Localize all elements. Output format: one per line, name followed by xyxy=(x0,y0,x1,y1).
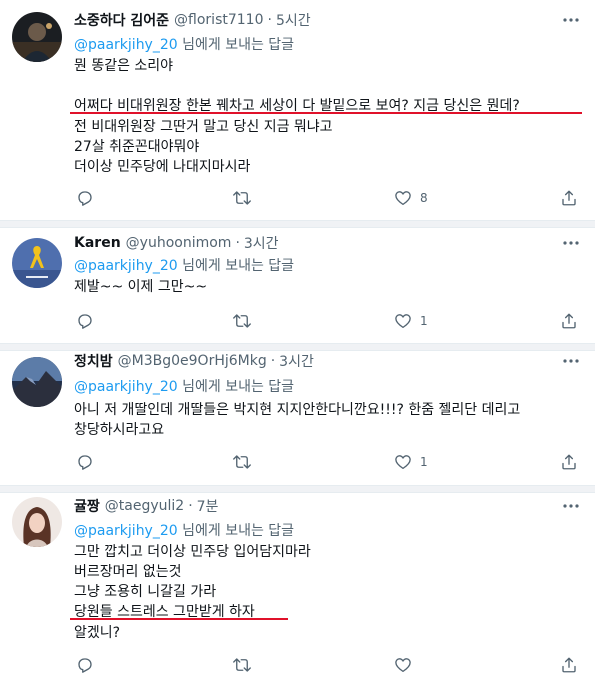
red-underline-annotation xyxy=(70,618,288,620)
reply-context: @paarkjihy_20 님에게 보내는 답글 xyxy=(74,255,294,275)
user-handle[interactable]: @M3Bg0e9OrHj6Mkg xyxy=(118,353,267,369)
tweet-separator xyxy=(0,220,595,228)
tweet-text-line: 제발~~ 이제 그만~~ xyxy=(74,279,208,295)
share-button[interactable] xyxy=(560,310,578,332)
share-icon xyxy=(560,656,578,674)
share-button[interactable] xyxy=(560,187,578,209)
avatar[interactable] xyxy=(12,238,62,288)
tweet-separator xyxy=(0,343,595,351)
reply-icon xyxy=(76,656,94,674)
separator-dot: · xyxy=(188,498,193,514)
like-button[interactable]: 1 xyxy=(394,310,428,332)
retweet-icon xyxy=(232,189,252,207)
display-name[interactable]: Karen xyxy=(74,235,121,251)
more-icon[interactable] xyxy=(561,496,581,516)
like-button[interactable]: 8 xyxy=(394,187,428,209)
reply-context-text: 님에게 보내는 답글 xyxy=(177,523,295,539)
display-name[interactable]: 귤짱 xyxy=(74,496,100,516)
tweet-text-line: 전 비대위원장 그딴거 말고 당신 지금 뭐냐고 xyxy=(74,119,333,135)
like-button[interactable]: 1 xyxy=(394,451,428,473)
tweet-text-line: 아니 저 개딸인데 개딸들은 박지현 지지안한다니깐요!!!? 한줌 젤리단 데… xyxy=(74,402,521,418)
like-icon xyxy=(394,312,412,330)
reply-context-text: 님에게 보내는 답글 xyxy=(177,258,295,274)
reply-button[interactable] xyxy=(76,451,102,473)
tweet-text-line: 그만 깝치고 더이상 민주당 입어담지마라 xyxy=(74,544,311,560)
share-icon xyxy=(560,189,578,207)
tweet[interactable]: 정치밤 @M3Bg0e9OrHj6Mkg · 3시간 @paarkjihy_20… xyxy=(0,351,595,485)
like-count: 8 xyxy=(420,191,428,205)
timestamp[interactable]: 5시간 xyxy=(276,10,311,30)
tweet-text-line: 27살 취준꼰대야뭐야 xyxy=(74,139,200,155)
retweet-button[interactable] xyxy=(232,187,260,209)
user-handle[interactable]: @yuhoonimom xyxy=(126,235,232,251)
reply-mention-link[interactable]: @paarkjihy_20 xyxy=(74,258,178,274)
share-button[interactable] xyxy=(560,451,578,473)
reply-mention-link[interactable]: @paarkjihy_20 xyxy=(74,37,178,53)
share-icon xyxy=(560,453,578,471)
reply-mention-link[interactable]: @paarkjihy_20 xyxy=(74,379,178,395)
tweet-text-line: 버르장머리 없는것 xyxy=(74,564,182,580)
red-underline-annotation xyxy=(70,112,582,114)
more-icon[interactable] xyxy=(561,10,581,30)
retweet-icon xyxy=(232,312,252,330)
avatar[interactable] xyxy=(12,12,62,62)
like-count: 1 xyxy=(420,314,428,328)
user-handle[interactable]: @florist7110 xyxy=(174,12,263,28)
tweet[interactable]: Karen @yuhoonimom · 3시간 @paarkjihy_20 님에… xyxy=(0,228,595,343)
timestamp[interactable]: 7분 xyxy=(197,496,219,516)
reply-button[interactable] xyxy=(76,654,102,676)
retweet-icon xyxy=(232,453,252,471)
reply-icon xyxy=(76,453,94,471)
like-icon xyxy=(394,453,412,471)
tweet-text-line: 그냥 조용히 니갈길 가라 xyxy=(74,584,217,600)
timestamp[interactable]: 3시간 xyxy=(244,233,279,253)
separator-dot: · xyxy=(270,353,276,369)
tweet-text-line: 창당하시라고요 xyxy=(74,422,165,438)
reply-context: @paarkjihy_20 님에게 보내는 답글 xyxy=(74,376,294,396)
more-icon[interactable] xyxy=(561,233,581,253)
like-icon xyxy=(394,189,412,207)
timestamp[interactable]: 3시간 xyxy=(279,351,314,371)
separator-dot: · xyxy=(235,235,240,251)
reply-button[interactable] xyxy=(76,310,102,332)
tweet[interactable]: 소중하다 김어준 @florist7110 · 5시간 @paarkjihy_2… xyxy=(0,0,595,220)
retweet-icon xyxy=(232,656,252,674)
tweet[interactable]: 귤짱 @taegyuli2 · 7분 @paarkjihy_20 님에게 보내는… xyxy=(0,493,595,689)
reply-context-text: 님에게 보내는 답글 xyxy=(177,37,295,53)
avatar[interactable] xyxy=(12,497,62,547)
tweet-separator xyxy=(0,485,595,493)
display-name[interactable]: 정치밤 xyxy=(74,351,113,371)
tweet-actions: 1 xyxy=(70,451,584,473)
retweet-button[interactable] xyxy=(232,451,260,473)
reply-context: @paarkjihy_20 님에게 보내는 답글 xyxy=(74,520,294,540)
reply-icon xyxy=(76,312,94,330)
share-icon xyxy=(560,312,578,330)
reply-context-text: 님에게 보내는 답글 xyxy=(177,379,295,395)
tweet-text-line: 뭔 똥같은 소리야 xyxy=(74,58,174,74)
retweet-button[interactable] xyxy=(232,654,260,676)
tweet-text-line: 알겠니? xyxy=(74,625,121,641)
tweet-actions xyxy=(70,654,584,676)
reply-mention-link[interactable]: @paarkjihy_20 xyxy=(74,523,178,539)
display-name[interactable]: 소중하다 김어준 xyxy=(74,10,169,30)
reply-icon xyxy=(76,189,94,207)
user-handle[interactable]: @taegyuli2 xyxy=(105,498,184,514)
tweet-actions: 1 xyxy=(70,310,584,332)
separator-dot: · xyxy=(267,12,272,28)
reply-button[interactable] xyxy=(76,187,102,209)
tweet-actions: 8 xyxy=(70,187,584,209)
avatar[interactable] xyxy=(12,357,62,407)
like-button[interactable] xyxy=(394,654,420,676)
like-count: 1 xyxy=(420,455,428,469)
tweet-text-line: 더이상 민주당에 나대지마시라 xyxy=(74,159,251,175)
reply-context: @paarkjihy_20 님에게 보내는 답글 xyxy=(74,34,294,54)
share-button[interactable] xyxy=(560,654,578,676)
like-icon xyxy=(394,656,412,674)
retweet-button[interactable] xyxy=(232,310,260,332)
more-icon[interactable] xyxy=(561,351,581,371)
